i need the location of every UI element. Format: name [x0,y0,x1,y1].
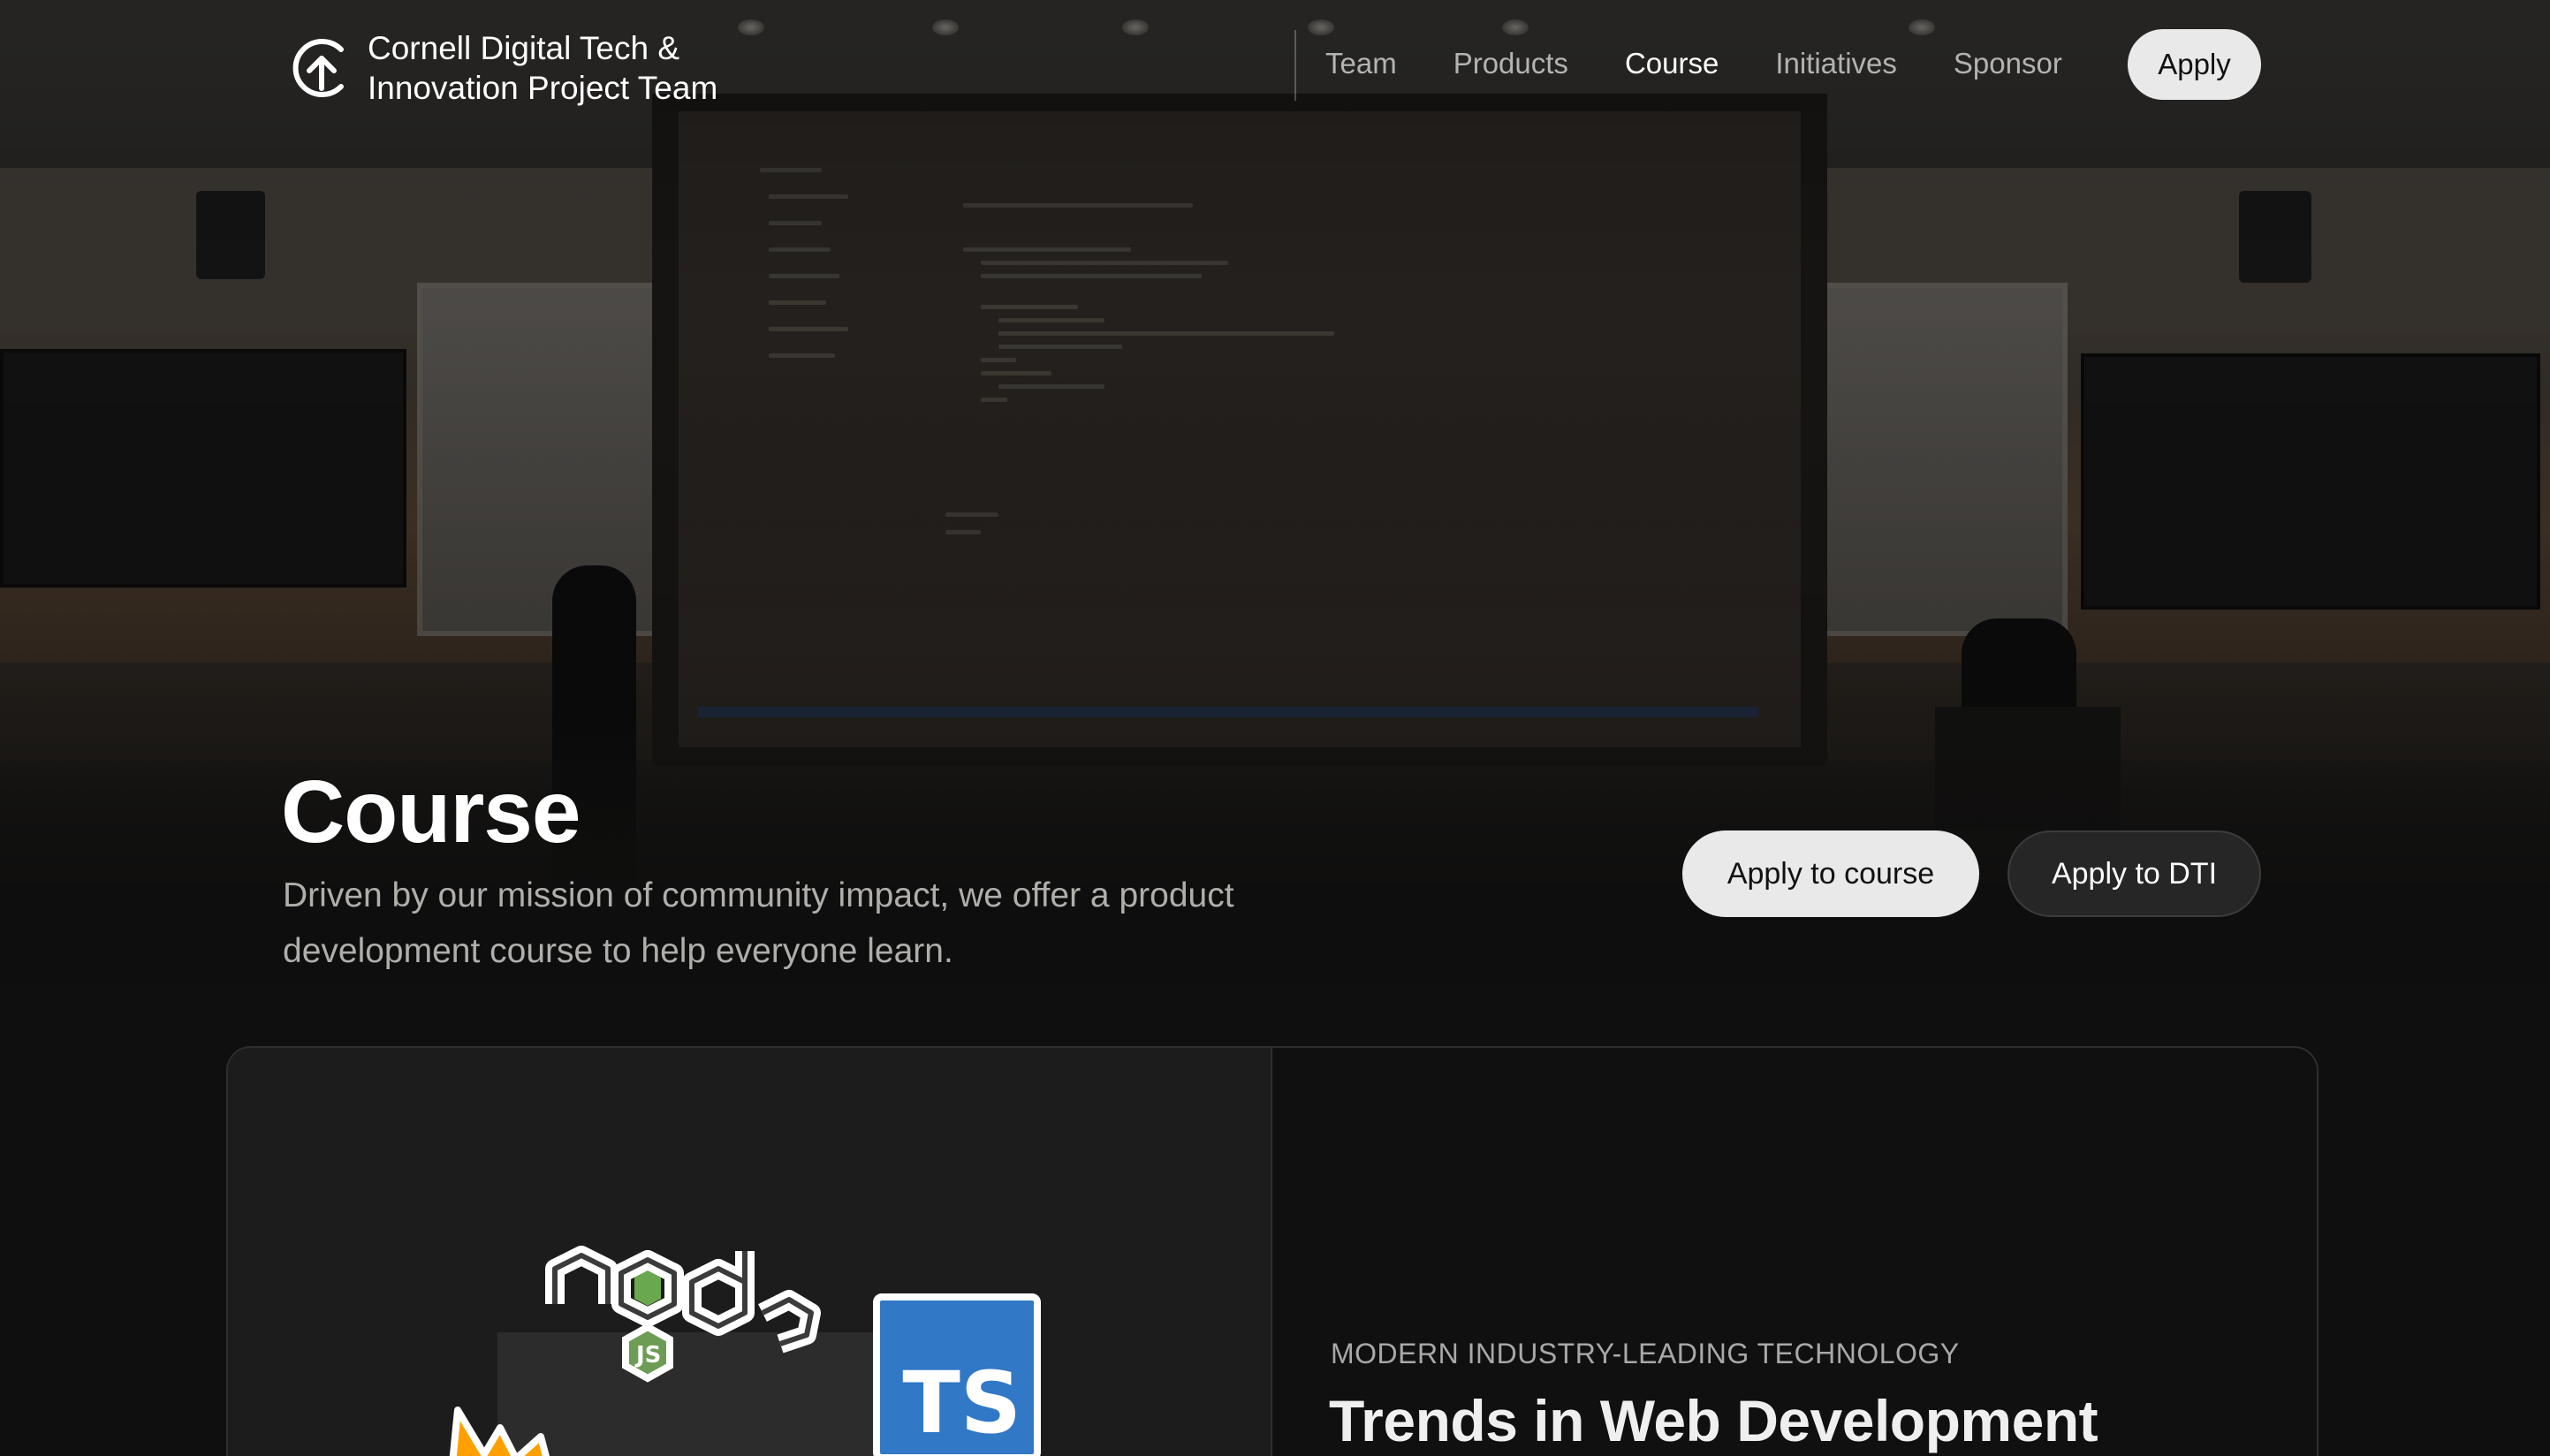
nav-link-team[interactable]: Team [1325,47,1397,80]
feature-title: Trends in Web Development [1329,1388,2098,1453]
hero-description: Driven by our mission of community impac… [283,876,1234,970]
nav-link-course[interactable]: Course [1625,47,1719,80]
nav-link-sponsor[interactable]: Sponsor [1954,47,2062,80]
apply-to-dti-button[interactable]: Apply to DTI [2007,830,2261,917]
nav-links: Team Products Course Initiatives Sponsor [1325,28,2062,99]
nav-link-initiatives[interactable]: Initiatives [1775,47,1897,80]
dti-logo-link[interactable]: Cornell Digital Tech & Innovation Projec… [290,28,717,108]
feature-eyebrow: MODERN INDUSTRY-LEADING TECHNOLOGY [1331,1338,1960,1369]
nodejs-logo-icon: JS [545,1246,821,1383]
nav-link-products[interactable]: Products [1453,47,1568,80]
nav-divider [1294,30,1296,101]
logo-line-1: Cornell Digital Tech & [368,30,680,66]
logo-line-2: Innovation Project Team [368,70,718,106]
page-title: Course [281,762,581,861]
typescript-badge-text: TS [902,1354,1021,1452]
tech-logos-panel: JS TS [228,1048,1272,1456]
top-navigation: Cornell Digital Tech & Innovation Projec… [0,0,2550,133]
logo-text: Cornell Digital Tech & Innovation Projec… [368,28,717,108]
typescript-logo-icon: TS [873,1293,1041,1456]
technology-feature-card: JS TS MODERN INDUSTRY-LEADING TECHNOLOGY… [226,1046,2319,1456]
feature-text-panel: MODERN INDUSTRY-LEADING TECHNOLOGY Trend… [1274,1048,2317,1456]
nav-apply-button[interactable]: Apply [2128,29,2261,100]
dti-logo-icon [292,39,344,97]
svg-text:JS: JS [634,1342,661,1369]
apply-to-course-button[interactable]: Apply to course [1682,830,1979,917]
